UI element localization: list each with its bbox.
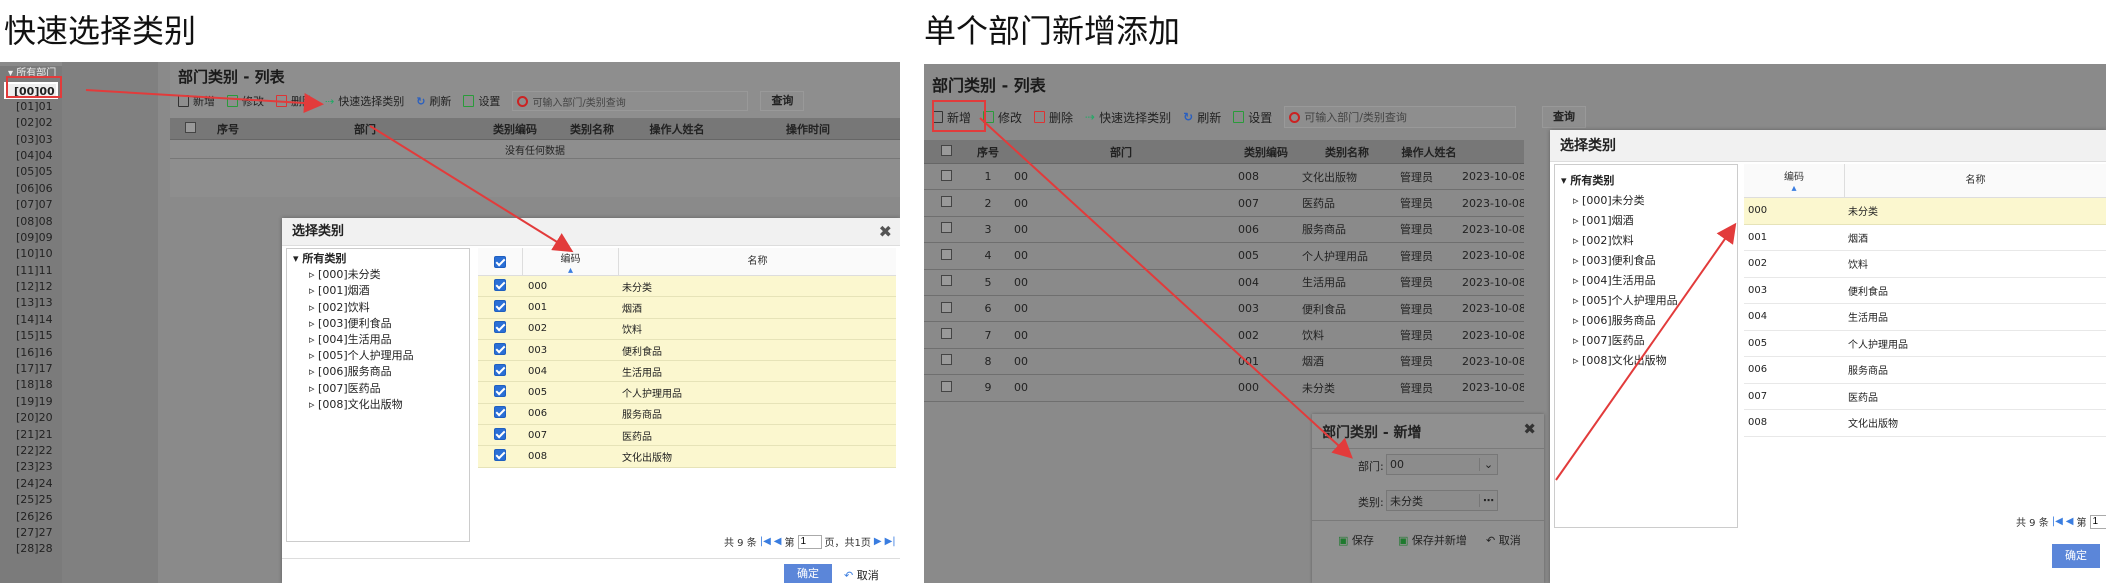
- annotation-arrows: [85, 89, 1737, 481]
- arrow-add-to-dept-field: [979, 117, 1353, 459]
- arrow-tree-to-quick-select: [85, 89, 324, 114]
- arrow-quick-select-to-grid: [369, 125, 574, 253]
- arrow-category-to-grid: [1555, 222, 1737, 481]
